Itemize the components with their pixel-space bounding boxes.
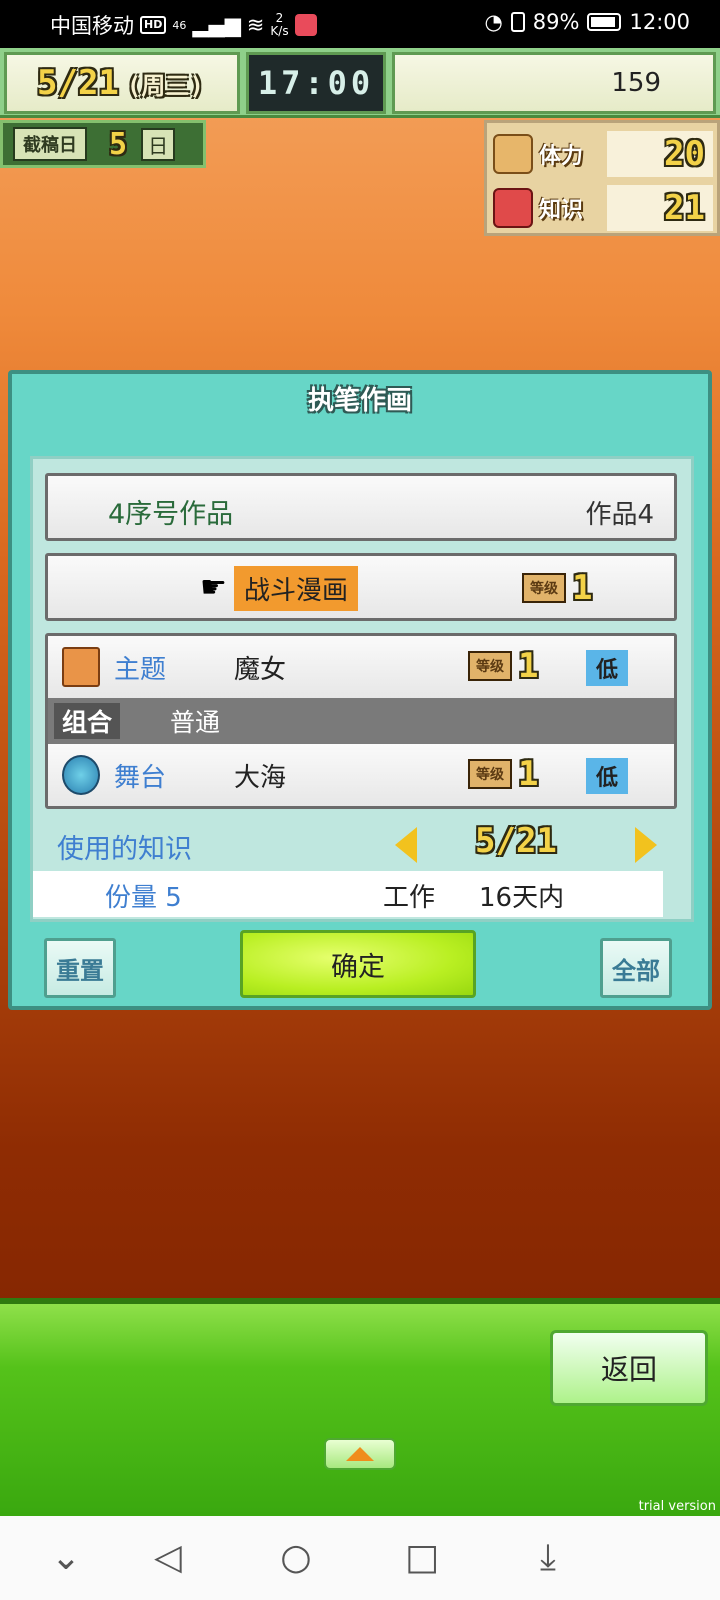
genre-level: 等级 1 xyxy=(522,568,592,608)
combination-row: 组合 普通 xyxy=(48,698,674,744)
home-nav-icon[interactable]: ○ xyxy=(276,1538,316,1578)
level-number: 1 xyxy=(572,568,593,608)
theme-rating-badge: 低 xyxy=(586,650,628,686)
stage-row[interactable]: 舞台 大海 等级 1 低 xyxy=(48,744,674,806)
stat-value: 21 xyxy=(607,185,713,231)
pointing-hand-icon: ☛ xyxy=(200,570,227,605)
decrease-arrow-icon[interactable] xyxy=(395,827,417,863)
duration-value: 16天内 xyxy=(479,883,565,913)
book-theme-icon xyxy=(62,647,100,687)
work-name: 作品4 xyxy=(585,500,654,530)
chevron-down-icon[interactable]: ⌄ xyxy=(46,1538,86,1578)
network-type: 46 xyxy=(172,18,187,32)
stage-level: 等级 1 xyxy=(468,754,538,794)
alarm-icon: ◔ xyxy=(484,10,503,34)
combination-box: 主题 魔女 等级 1 低 组合 普通 舞台 大海 等级 1 低 xyxy=(45,633,677,809)
dialog-title: 执笔作画 xyxy=(307,386,412,416)
book-icon xyxy=(493,188,533,228)
deadline-value: 5 xyxy=(109,126,128,162)
theme-label: 主题 xyxy=(114,654,167,685)
serial-label: 4序号作品 xyxy=(108,499,234,530)
genre-value: 战斗漫画 xyxy=(234,566,359,611)
stat-label: 知识 xyxy=(539,198,584,223)
genre-row[interactable]: ☛ 战斗漫画 等级 1 xyxy=(45,553,677,621)
carrier-label: 中国移动 xyxy=(50,14,134,38)
confirm-button[interactable]: 确定 xyxy=(240,930,476,998)
date-value: 5/21 xyxy=(37,63,119,103)
reset-button[interactable]: 重置 xyxy=(44,938,116,998)
stat-stamina: 体力 20 xyxy=(487,127,717,181)
stage-label: 舞台 xyxy=(114,762,167,793)
level-tag: 等级 xyxy=(522,573,566,603)
deadline-panel: 截稿日 5 日 xyxy=(0,120,206,168)
notification-pull-icon[interactable]: ⤓ xyxy=(528,1538,568,1578)
stat-label: 体力 xyxy=(539,144,584,169)
knowledge-label: 使用的知识 xyxy=(57,834,192,865)
knowledge-row: 使用的知识 5/21 xyxy=(45,821,677,871)
back-nav-icon[interactable]: ◁ xyxy=(148,1538,188,1578)
knowledge-count: 5/21 xyxy=(475,821,557,861)
money-value: 159 xyxy=(392,52,716,114)
work-detail-row: 份量 5 工作 16天内 xyxy=(33,871,663,917)
combination-value: 普通 xyxy=(170,708,221,737)
amount-label: 份量 5 xyxy=(105,883,182,913)
recents-nav-icon[interactable]: □ xyxy=(402,1538,442,1578)
status-bar: 中国移动 HD 46 ▂▄▆ ≋ 2 K/s ◔ 89% 12:00 xyxy=(0,0,720,48)
writing-dialog: 执笔作画 4序号作品 作品4 ☛ 战斗漫画 等级 1 主题 魔女 等级 1 低 … xyxy=(8,370,712,1010)
theme-value: 魔女 xyxy=(234,654,287,685)
battery-icon xyxy=(587,13,622,31)
theme-row[interactable]: 主题 魔女 等级 1 低 xyxy=(48,636,674,698)
stat-value: 20 xyxy=(607,131,713,177)
stats-panel: 体力 20 知识 21 xyxy=(484,120,720,236)
game-screen: 5/21 (周三) 17:00 159 截稿日 5 日 体力 20 知识 21 … xyxy=(0,48,720,1516)
dialog-body: 4序号作品 作品4 ☛ 战斗漫画 等级 1 主题 魔女 等级 1 低 组合 普通… xyxy=(30,456,694,922)
stage-value: 大海 xyxy=(234,762,287,793)
date-panel: 5/21 (周三) xyxy=(4,52,240,114)
select-all-button[interactable]: 全部 xyxy=(600,938,672,998)
vibrate-icon xyxy=(510,12,525,32)
expand-menu-button[interactable] xyxy=(324,1438,396,1470)
weekday: (周三) xyxy=(126,71,204,100)
battery-percent: 89% xyxy=(532,10,580,34)
level-tag: 等级 xyxy=(468,651,512,681)
deadline-unit: 日 xyxy=(141,127,176,161)
bottom-panel: 返回 trial version xyxy=(0,1298,720,1516)
notification-app-icon xyxy=(294,14,317,36)
up-arrow-icon xyxy=(346,1447,374,1461)
level-number: 1 xyxy=(518,646,539,686)
level-number: 1 xyxy=(518,754,539,794)
theme-level: 等级 1 xyxy=(468,646,538,686)
increase-arrow-icon[interactable] xyxy=(635,827,657,863)
hd-icon: HD xyxy=(140,16,167,34)
deadline-label: 截稿日 xyxy=(13,127,87,161)
stat-knowledge: 知识 21 xyxy=(487,181,717,235)
signal-icon: ▂▄▆ xyxy=(192,13,241,37)
stage-rating-badge: 低 xyxy=(586,758,628,794)
back-button[interactable]: 返回 xyxy=(550,1330,708,1406)
trial-watermark: trial version xyxy=(638,1499,716,1514)
combination-label: 组合 xyxy=(54,703,121,739)
top-hud: 5/21 (周三) 17:00 159 xyxy=(0,48,720,118)
wifi-icon: ≋ xyxy=(246,13,265,37)
work-label: 工作 xyxy=(383,883,436,913)
net-speed: 2 K/s xyxy=(270,11,289,38)
globe-icon xyxy=(62,755,100,795)
system-nav-bar: ⌄ ◁ ○ □ ⤓ xyxy=(0,1516,720,1600)
work-name-row[interactable]: 4序号作品 作品4 xyxy=(45,473,677,541)
level-tag: 等级 xyxy=(468,759,512,789)
muscle-icon xyxy=(493,134,533,174)
game-clock: 17:00 xyxy=(246,52,386,114)
clock: 12:00 xyxy=(629,10,690,34)
